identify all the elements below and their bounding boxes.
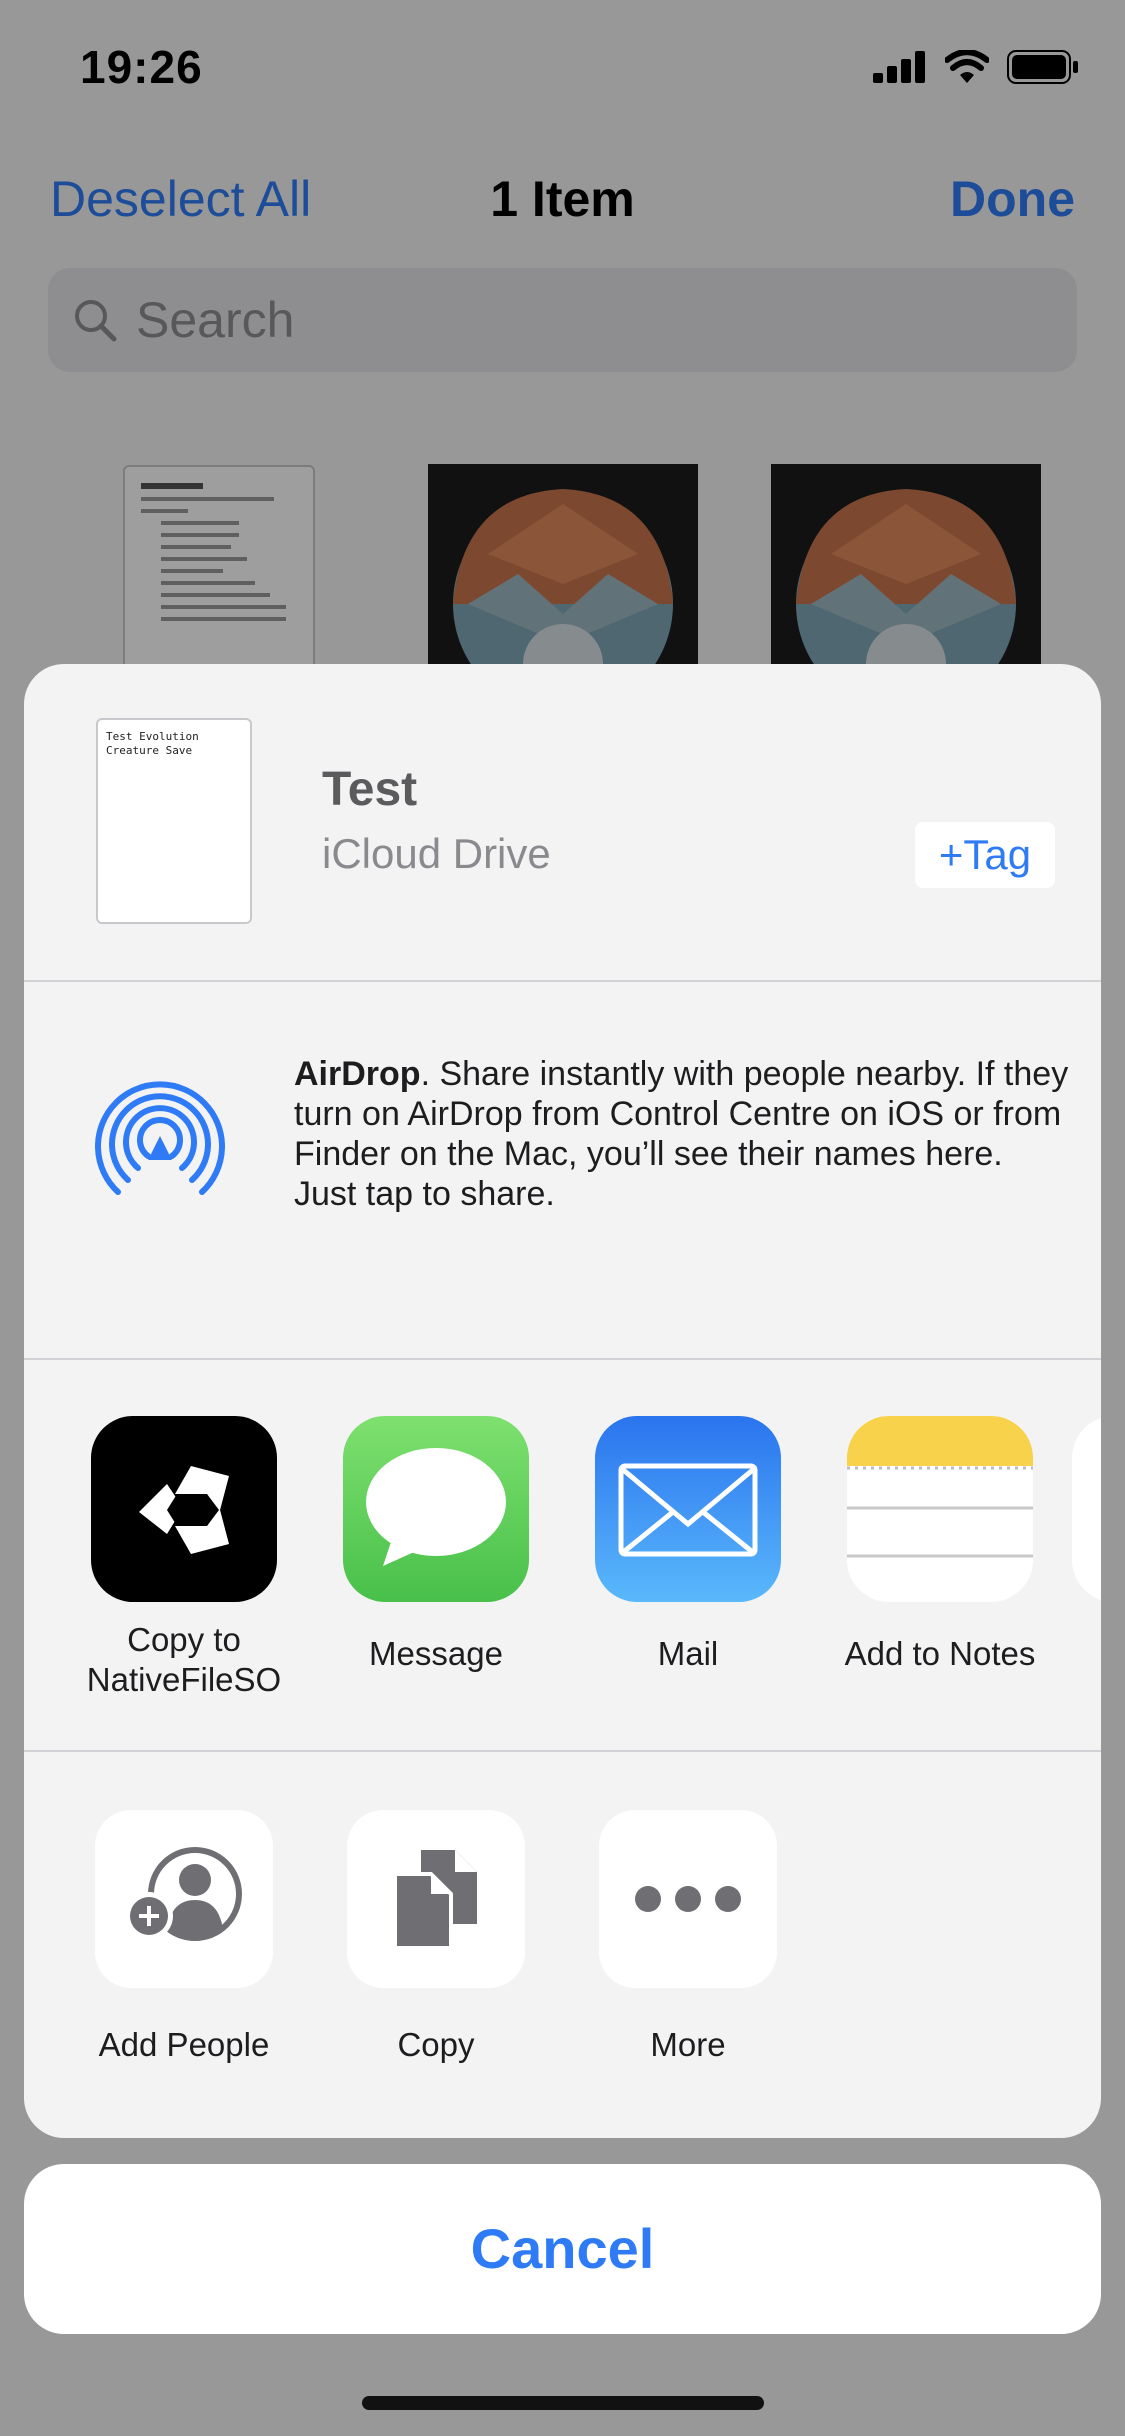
action-label: Copy [397,2026,475,2063]
airdrop-section[interactable]: AirDrop. Share instantly with people nea… [24,984,1101,1360]
action-copy[interactable]: Copy [316,1810,556,2064]
cancel-button[interactable]: Cancel [24,2164,1101,2334]
app-label: Message [369,1635,503,1672]
action-add-people[interactable]: Add People [64,1810,304,2064]
mail-icon [595,1416,781,1602]
shared-file-thumbnail: Test Evolution Creature Save [96,718,252,924]
partial-app-icon [1072,1416,1101,1602]
messages-icon [343,1416,529,1602]
share-sheet: Test Evolution Creature Save Test iCloud… [24,664,1101,2138]
app-label: Mail [657,1635,719,1672]
airdrop-description: AirDrop. Share instantly with people nea… [294,1054,1074,1214]
unity-icon [91,1416,277,1602]
shared-file-location: iCloud Drive [322,830,551,877]
shared-file-name: Test [322,763,418,816]
more-icon [599,1810,777,1988]
action-more[interactable]: More [568,1810,808,2064]
airdrop-icon [95,1081,225,1195]
app-message[interactable]: Message [316,1416,556,1674]
share-apps-row: Copy to NativeFileSO Message Mail Add to… [24,1362,1101,1752]
home-indicator[interactable] [362,2396,764,2410]
copy-icon [347,1810,525,1988]
share-sheet-header: Test Evolution Creature Save Test iCloud… [24,664,1101,982]
share-actions-row: Add People Copy More [24,1754,1101,2138]
app-copy-to-nativefileso[interactable]: Copy to NativeFileSO [64,1416,304,1700]
action-label: More [650,2026,726,2063]
shared-file-thumbnail-text: Test Evolution Creature Save [106,730,199,757]
notes-icon [847,1416,1033,1602]
add-tag-button[interactable]: +Tag [915,822,1055,888]
add-people-icon [95,1810,273,1988]
app-label: Copy to NativeFileSO [86,1621,282,1698]
action-label: Add People [98,2026,270,2063]
app-label: Add to Notes [844,1635,1036,1672]
app-add-to-notes[interactable]: Add to Notes [820,1416,1060,1674]
app-partial-next[interactable] [1072,1416,1101,1602]
app-mail[interactable]: Mail [568,1416,808,1674]
airdrop-title: AirDrop [294,1055,421,1093]
